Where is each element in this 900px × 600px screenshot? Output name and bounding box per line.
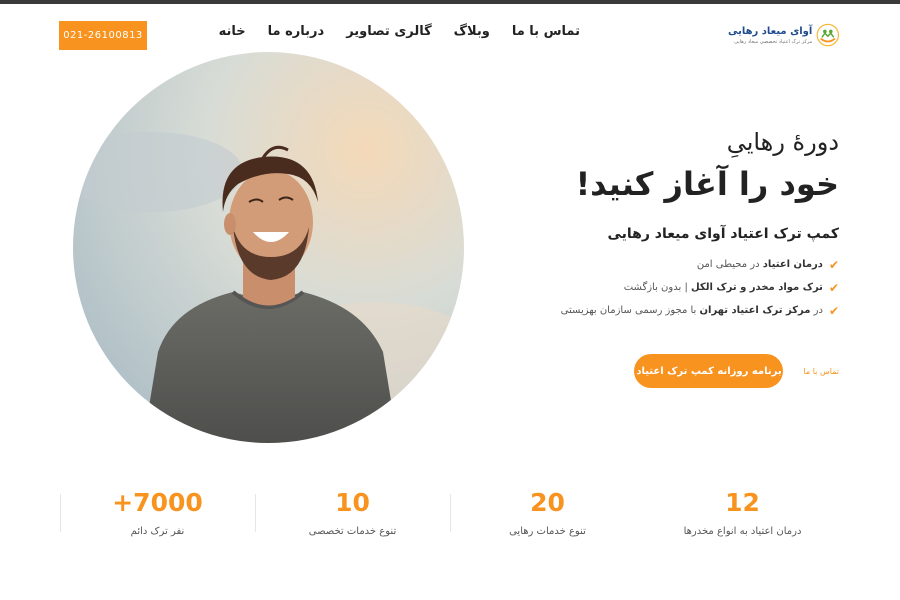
feature-pre: در	[810, 305, 823, 316]
stat-item: +7000 نفر ترک دائم	[60, 488, 255, 548]
hero-text: دورهٔ رهاییِ خود را آغاز کنید! کمپ ترک ا…	[509, 126, 839, 322]
feature-bold: مرکز ترک اعتیاد تهران	[699, 305, 811, 316]
stat-item: 10 تنوع خدمات تخصصی	[255, 488, 450, 548]
feature-bold: درمان اعتیاد	[762, 259, 823, 270]
hero-heading-line2: خود را آغاز کنید!	[575, 165, 839, 203]
nav-contact[interactable]: تماس با ما	[512, 24, 580, 39]
check-icon: ✔	[828, 257, 839, 272]
feature-rest: با مجوز رسمی سازمان بهزیستی	[560, 305, 700, 316]
stat-value: 12	[725, 488, 760, 517]
hero-heading-line1: دورهٔ رهاییِ	[726, 128, 839, 156]
nav-about[interactable]: درباره ما	[268, 24, 325, 39]
stat-label: تنوع خدمات رهایی	[509, 526, 586, 537]
stat-value: 20	[530, 488, 565, 517]
feature-rest: در محیطی امن	[696, 259, 763, 270]
check-icon: ✔	[828, 280, 839, 295]
feature-bold: ترک مواد مخدر و ترک الکل	[691, 282, 823, 293]
stat-label: تنوع خدمات تخصصی	[308, 526, 397, 537]
hero-subtitle: کمپ ترک اعتیاد آوای میعاد رهایی	[607, 226, 839, 242]
phone-button[interactable]: 021-26100813	[59, 21, 147, 50]
main-nav: خانه درباره ما گالری تصاویر وبلاگ تماس ب…	[219, 24, 580, 39]
logo-title: آوای میعاد رهایی	[728, 25, 813, 37]
nav-gallery[interactable]: گالری تصاویر	[346, 24, 431, 39]
nav-home[interactable]: خانه	[219, 24, 246, 39]
stat-item: 20 تنوع خدمات رهایی	[450, 488, 645, 548]
stat-value: 10	[335, 488, 370, 517]
stat-label: درمان اعتیاد به انواع مخدرها	[683, 526, 802, 537]
stat-divider	[60, 494, 61, 532]
daily-program-button[interactable]: برنامه روزانه کمپ ترک اعتیاد	[634, 354, 784, 388]
feature-item: ✔ در مرکز ترک اعتیاد تهران با مجوز رسمی …	[509, 299, 839, 322]
logo-emblem-icon	[816, 23, 840, 47]
nav-blog[interactable]: وبلاگ	[454, 24, 490, 39]
logo-subtitle: مرکز ترک اعتیاد تخصصی میعاد رهایی	[734, 38, 813, 45]
hero-image	[73, 52, 464, 443]
contact-link[interactable]: تماس با ما	[803, 367, 839, 376]
stat-divider	[450, 494, 451, 532]
feature-item: ✔ ترک مواد مخدر و ترک الکل | بدون بازگشت	[509, 276, 839, 299]
stat-divider	[255, 494, 256, 532]
feature-list: ✔ درمان اعتیاد در محیطی امن ✔ ترک مواد م…	[509, 253, 839, 322]
hero-photo-illustration	[73, 52, 464, 443]
stat-value: +7000	[112, 488, 203, 517]
top-bar	[0, 0, 900, 4]
stat-item: 12 درمان اعتیاد به انواع مخدرها	[645, 488, 840, 548]
site-logo[interactable]: آوای میعاد رهایی مرکز ترک اعتیاد تخصصی م…	[728, 14, 840, 56]
feature-item: ✔ درمان اعتیاد در محیطی امن	[509, 253, 839, 276]
stat-label: نفر ترک دائم	[130, 526, 185, 537]
cta-row: برنامه روزانه کمپ ترک اعتیاد تماس با ما	[634, 354, 839, 388]
check-icon: ✔	[828, 303, 839, 318]
stats-section: +7000 نفر ترک دائم 10 تنوع خدمات تخصصی 2…	[60, 488, 840, 548]
feature-rest: | بدون بازگشت	[623, 282, 691, 293]
